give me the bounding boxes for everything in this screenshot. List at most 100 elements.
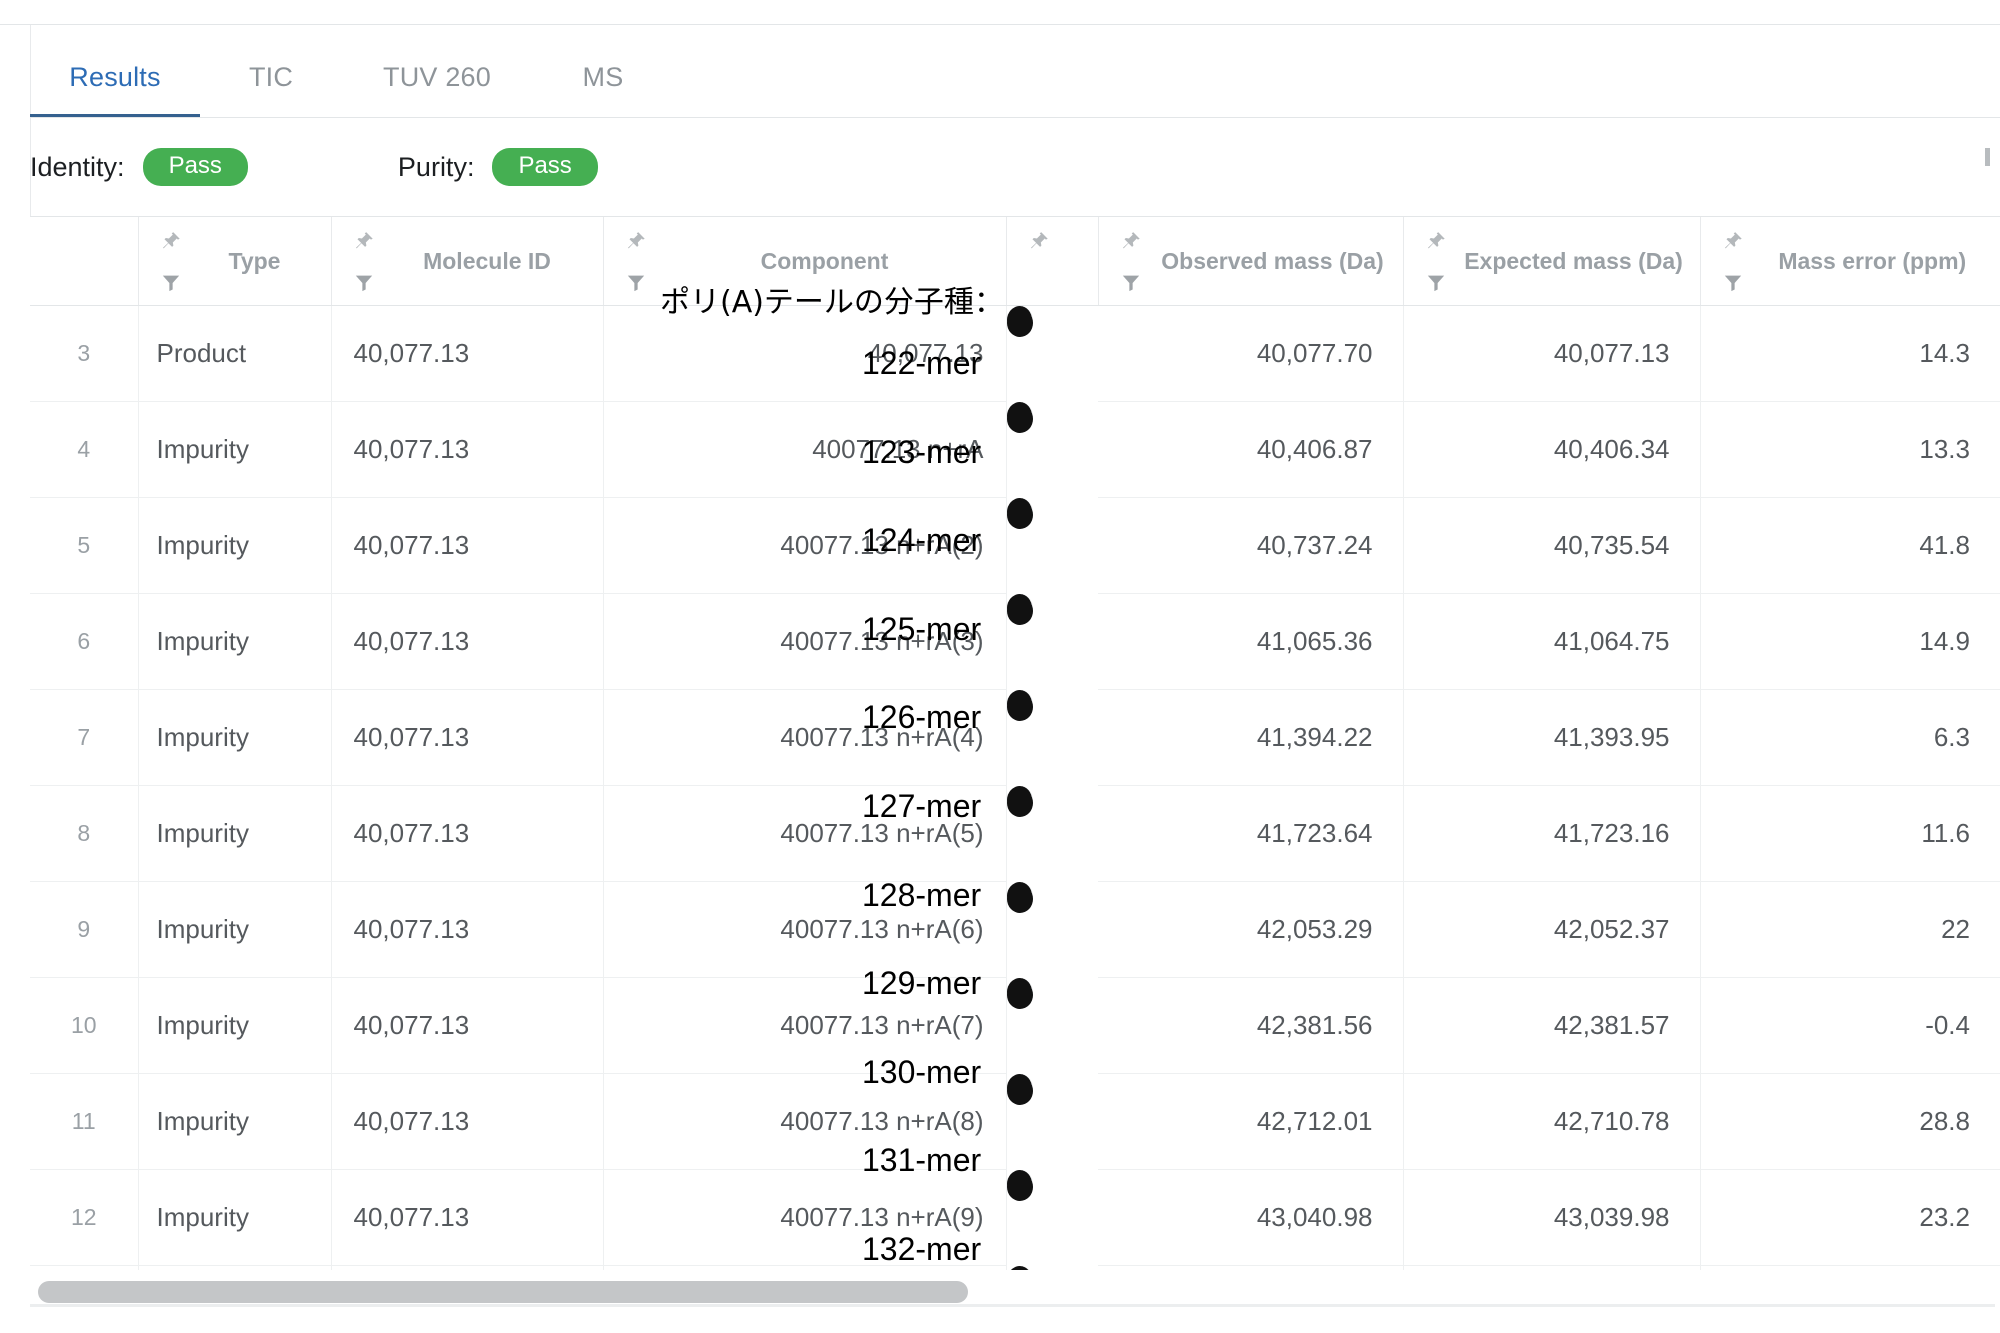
- cell-expected-mass: 43,039.98: [1403, 1169, 1701, 1266]
- cell-expected-mass: 41,393.95: [1403, 689, 1701, 786]
- mer-annotation: 129-mer: [862, 965, 982, 1002]
- cell-expected-mass: 43,369.19: [1403, 1265, 1701, 1270]
- row-index: 9: [30, 881, 139, 978]
- cell-marker: [1006, 881, 1033, 913]
- column-header-type-label: Type: [228, 247, 281, 274]
- cell-marker: [1006, 1169, 1033, 1201]
- cell-molecule-id: 40,077.13: [331, 401, 604, 498]
- pin-icon[interactable]: [1722, 230, 1744, 252]
- column-header-mass-error[interactable]: Mass error (ppm): [1700, 217, 2000, 306]
- results-panel: Results TIC TUV 260 MS Identity: Pass Pu…: [0, 0, 2000, 1333]
- table-row[interactable]: 5 Impurity 40,077.13 40077.13 n+rA(2) 40,737…: [30, 497, 2000, 594]
- mer-annotation: 126-mer: [862, 699, 982, 736]
- column-header-mass-error-label: Mass error (ppm): [1778, 247, 1967, 274]
- table-row[interactable]: 10 Impurity 40,077.13 40077.13 n+rA(7) 42,38…: [30, 977, 2000, 1074]
- status-strip: Identity: Pass Purity: Pass: [30, 118, 2000, 216]
- cell-mass-error: 28.8: [1700, 1073, 2000, 1170]
- cell-mass-error: 7: [1700, 1265, 2000, 1270]
- pin-icon[interactable]: [625, 230, 647, 252]
- pin-icon[interactable]: [353, 230, 375, 252]
- cell-mass-error: 13.3: [1700, 401, 2000, 498]
- purity-status-badge: Pass: [492, 148, 598, 186]
- cell-expected-mass: 41,064.75: [1403, 593, 1701, 690]
- cell-molecule-id: 40,077.13: [331, 785, 604, 882]
- column-header-observed-mass[interactable]: Observed mass (Da): [1098, 217, 1404, 306]
- scrollbar-baseline: [30, 1304, 1995, 1307]
- cell-mass-error: 6.3: [1700, 689, 2000, 786]
- table-row[interactable]: 7 Impurity 40,077.13 40077.13 n+rA(4) 41,394…: [30, 689, 2000, 786]
- filter-funnel-icon[interactable]: [161, 274, 181, 292]
- tab-tic[interactable]: TIC: [206, 36, 336, 118]
- identity-label: Identity:: [30, 151, 125, 182]
- column-header-molecule-id-label: Molecule ID: [423, 247, 551, 274]
- filter-funnel-icon[interactable]: [626, 274, 646, 292]
- cell-molecule-id: 40,077.13: [331, 977, 604, 1074]
- cell-observed-mass: 41,065.36: [1098, 593, 1404, 690]
- cell-marker: [1006, 593, 1033, 625]
- filled-circle-icon: [1006, 1172, 1033, 1201]
- pin-icon[interactable]: [160, 230, 182, 252]
- filter-funnel-icon[interactable]: [1121, 274, 1141, 292]
- cell-type: Impurity: [138, 977, 332, 1074]
- filter-funnel-icon[interactable]: [354, 274, 374, 292]
- filter-funnel-icon[interactable]: [1426, 274, 1446, 292]
- cell-marker: [1006, 689, 1033, 721]
- table-row[interactable]: 3 Product 40,077.13 40,077.13 40,077.70 40,07…: [30, 305, 2000, 402]
- tab-ms[interactable]: MS: [538, 36, 668, 118]
- row-index: 7: [30, 689, 139, 786]
- cell-molecule-id: 40,077.13: [331, 1265, 604, 1270]
- tab-tic-label: TIC: [248, 61, 294, 92]
- column-header-expected-mass[interactable]: Expected mass (Da): [1403, 217, 1701, 306]
- mer-annotation: 127-mer: [862, 788, 982, 824]
- poly-a-caption: ポリ(A)テールの分子種：: [660, 285, 1004, 320]
- column-header-molecule-id[interactable]: Molecule ID: [331, 217, 604, 306]
- cell-mass-error: -0.4: [1700, 977, 2000, 1074]
- row-index: 3: [30, 305, 139, 402]
- horizontal-scrollbar-thumb[interactable]: [38, 1281, 968, 1303]
- filled-circle-icon: [1006, 1076, 1033, 1105]
- cell-type: Impurity: [138, 593, 332, 690]
- pin-icon[interactable]: [1120, 230, 1142, 252]
- cell-mass-error: 14.3: [1700, 305, 2000, 402]
- tab-results[interactable]: Results: [30, 36, 200, 118]
- pin-icon[interactable]: [1028, 230, 1050, 252]
- table-row[interactable]: 4 Impurity 40,077.13 40077.13 n+rA 40,406.87…: [30, 401, 2000, 498]
- panel-right-marker: [1985, 148, 1990, 166]
- table-header-row: Type Molecule ID Component Observed mass…: [30, 217, 2000, 306]
- column-header-index[interactable]: [30, 217, 139, 306]
- cell-expected-mass: 40,406.34: [1403, 401, 1701, 498]
- filled-circle-icon: [1006, 596, 1033, 625]
- cell-expected-mass: 42,052.37: [1403, 881, 1701, 978]
- tab-ms-label: MS: [582, 61, 624, 92]
- cell-expected-mass: 40,735.54: [1403, 497, 1701, 594]
- table-row[interactable]: 6 Impurity 40,077.13 40077.13 n+rA(3) 41,065…: [30, 593, 2000, 690]
- column-header-type[interactable]: Type: [138, 217, 332, 306]
- table-row[interactable]: 13Impurity40,077.1340077.13 n+rA(10)43,3…: [30, 1265, 2000, 1270]
- column-header-expected-mass-label: Expected mass (Da): [1464, 247, 1683, 274]
- purity-label: Purity:: [397, 151, 475, 182]
- results-table-container: Type Molecule ID Component Observed mass…: [30, 216, 2000, 1270]
- filter-funnel-icon[interactable]: [1723, 274, 1743, 292]
- row-index: 13: [30, 1265, 139, 1270]
- identity-status: Identity: Pass: [30, 148, 248, 186]
- cell-molecule-id: 40,077.13: [331, 593, 604, 690]
- tab-tuv-260[interactable]: TUV 260: [342, 36, 532, 118]
- row-index: 5: [30, 497, 139, 594]
- table-row[interactable]: 11 Impurity 40,077.13 40077.13 n+rA(8) 42,71…: [30, 1073, 2000, 1170]
- tab-bar: Results TIC TUV 260 MS: [30, 36, 2000, 118]
- row-index: 6: [30, 593, 139, 690]
- column-header-marker[interactable]: [1006, 217, 1099, 306]
- cell-type: Impurity: [138, 785, 332, 882]
- pin-icon[interactable]: [1425, 230, 1447, 252]
- cell-mass-error: 11.6: [1700, 785, 2000, 882]
- tab-results-label: Results: [69, 61, 161, 92]
- cell-molecule-id: 40,077.13: [331, 1073, 604, 1170]
- cell-marker: [1006, 497, 1033, 529]
- filled-circle-icon: [1006, 884, 1033, 913]
- table-row[interactable]: 8 Impurity 40,077.13 40077.13 n+rA(5) 41,723…: [30, 785, 2000, 882]
- cell-type: Impurity: [138, 881, 332, 978]
- cell-marker: [1006, 306, 1033, 338]
- table-row[interactable]: 12 Impurity 40,077.13 40077.13 n+rA(9) 43,04…: [30, 1169, 2000, 1266]
- table-row[interactable]: 9 Impurity 40,077.13 40077.13 n+rA(6) 42,053…: [30, 881, 2000, 978]
- cell-type: Impurity: [138, 1073, 332, 1170]
